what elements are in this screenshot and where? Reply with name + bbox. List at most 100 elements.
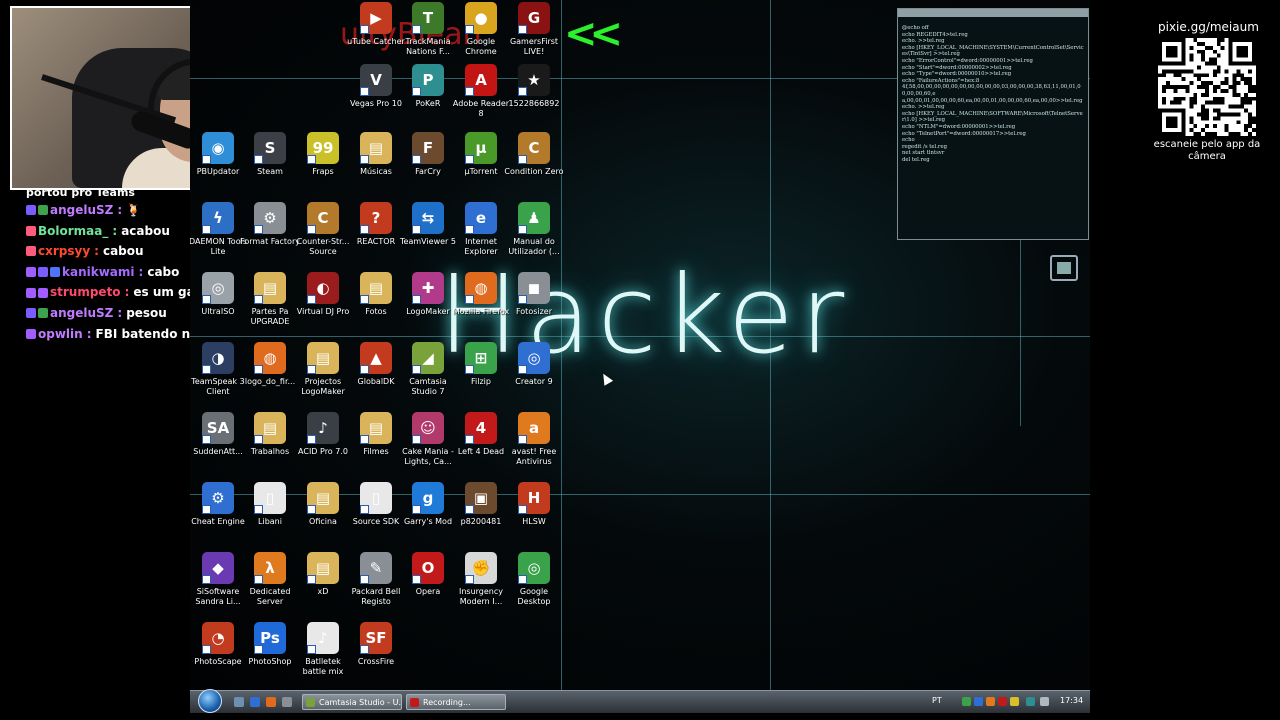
desktop-icon-image[interactable]: 4 bbox=[465, 412, 497, 444]
tray-icon[interactable] bbox=[998, 697, 1007, 706]
desktop-icon[interactable]: G GamersFirst LIVE! bbox=[504, 2, 564, 57]
desktop-icon-label[interactable]: TeamViewer 5 bbox=[398, 237, 458, 247]
internet-explorer-icon[interactable] bbox=[250, 697, 260, 707]
desktop-icon-label[interactable]: Format Factory bbox=[240, 237, 300, 247]
desktop-icon-image[interactable]: ϟ bbox=[202, 202, 234, 234]
show-desktop-icon[interactable] bbox=[234, 697, 244, 707]
desktop-icon[interactable]: ▤ Fotos bbox=[346, 272, 406, 317]
network-icon[interactable] bbox=[1026, 697, 1035, 706]
desktop-icon-label[interactable]: Manual do Utilizador (... bbox=[504, 237, 564, 257]
desktop-icon-label[interactable]: Camtasia Studio 7 bbox=[398, 377, 458, 397]
desktop-icon-label[interactable]: Fotos bbox=[346, 307, 406, 317]
desktop-icon[interactable]: ◍ logo_do_fir... bbox=[240, 342, 300, 387]
notepad-titlebar[interactable] bbox=[898, 9, 1088, 17]
desktop-icon[interactable]: 99 Fraps bbox=[293, 132, 353, 177]
desktop-icon[interactable]: ● Google Chrome bbox=[451, 2, 511, 57]
desktop-icon-image[interactable]: ▤ bbox=[254, 412, 286, 444]
desktop-icon-label[interactable]: REACTOR bbox=[346, 237, 406, 247]
desktop-icon-image[interactable]: ◉ bbox=[202, 132, 234, 164]
start-button[interactable] bbox=[198, 689, 222, 713]
desktop[interactable]: uityBlean << Hacker @echo off echo REGED… bbox=[190, 0, 1090, 690]
desktop-icon-image[interactable]: P bbox=[412, 64, 444, 96]
desktop-icon-label[interactable]: Fotosizer bbox=[504, 307, 564, 317]
desktop-icon[interactable]: S Steam bbox=[240, 132, 300, 177]
desktop-icon[interactable]: 4 Left 4 Dead bbox=[451, 412, 511, 457]
desktop-icon-label[interactable]: Dedicated Server bbox=[240, 587, 300, 607]
language-indicator[interactable]: PT bbox=[932, 696, 942, 705]
desktop-icon[interactable]: ◎ Creator 9 bbox=[504, 342, 564, 387]
desktop-icon-image[interactable]: ◔ bbox=[202, 622, 234, 654]
desktop-icon[interactable]: ◐ Virtual DJ Pro bbox=[293, 272, 353, 317]
desktop-icon[interactable]: V Vegas Pro 10 bbox=[346, 64, 406, 109]
firefox-icon[interactable] bbox=[266, 697, 276, 707]
desktop-icon-image[interactable]: ★ bbox=[518, 64, 550, 96]
desktop-icon-image[interactable]: ▤ bbox=[254, 272, 286, 304]
desktop-icon[interactable]: ♟ Manual do Utilizador (... bbox=[504, 202, 564, 257]
desktop-icon-label[interactable]: Google Desktop bbox=[504, 587, 564, 607]
desktop-icon[interactable]: ▯ Source SDK bbox=[346, 482, 406, 527]
desktop-icon-label[interactable]: Oficina bbox=[293, 517, 353, 527]
desktop-icon[interactable]: ▣ p8200481 bbox=[451, 482, 511, 527]
desktop-icon-image[interactable]: H bbox=[518, 482, 550, 514]
desktop-icon[interactable]: ▯ Libani bbox=[240, 482, 300, 527]
desktop-icon-label[interactable]: HLSW bbox=[504, 517, 564, 527]
desktop-icon[interactable]: e Internet Explorer bbox=[451, 202, 511, 257]
desktop-icon-image[interactable]: O bbox=[412, 552, 444, 584]
desktop-icon-label[interactable]: Source SDK bbox=[346, 517, 406, 527]
desktop-icon[interactable]: Ps PhotoShop bbox=[240, 622, 300, 667]
desktop-icon[interactable]: ▤ Trabalhos bbox=[240, 412, 300, 457]
chat-username[interactable]: kanikwami bbox=[62, 262, 135, 283]
notepad-window[interactable]: @echo off echo REGEDIT4>tel.reg echo. >>… bbox=[897, 8, 1089, 240]
desktop-icon-label[interactable]: Virtual DJ Pro bbox=[293, 307, 353, 317]
desktop-icon-image[interactable]: ▤ bbox=[360, 272, 392, 304]
desktop-icon-image[interactable]: ▶ bbox=[360, 2, 392, 34]
desktop-icon-image[interactable]: ◑ bbox=[202, 342, 234, 374]
desktop-icon-image[interactable]: ▤ bbox=[360, 412, 392, 444]
desktop-icon-label[interactable]: PoKeR bbox=[398, 99, 458, 109]
desktop-icon-label[interactable]: PhotoShop bbox=[240, 657, 300, 667]
desktop-icon[interactable]: λ Dedicated Server bbox=[240, 552, 300, 607]
desktop-icon-image[interactable]: λ bbox=[254, 552, 286, 584]
desktop-icon[interactable]: ▤ Músicas bbox=[346, 132, 406, 177]
desktop-icon-label[interactable]: Mozilla Firefox bbox=[451, 307, 511, 317]
desktop-icon-label[interactable]: GamersFirst LIVE! bbox=[504, 37, 564, 57]
desktop-icon-label[interactable]: Condition Zero bbox=[504, 167, 564, 177]
desktop-icon-image[interactable]: ⊞ bbox=[465, 342, 497, 374]
desktop-icon-image[interactable]: ✎ bbox=[360, 552, 392, 584]
desktop-icon-image[interactable]: ▤ bbox=[360, 132, 392, 164]
desktop-icon-label[interactable]: Left 4 Dead bbox=[451, 447, 511, 457]
desktop-icon-image[interactable]: ? bbox=[360, 202, 392, 234]
desktop-icon-image[interactable]: ◎ bbox=[518, 342, 550, 374]
desktop-icon[interactable]: F FarCry bbox=[398, 132, 458, 177]
desktop-icon-image[interactable]: ▣ bbox=[465, 482, 497, 514]
desktop-icon-image[interactable]: ✊ bbox=[465, 552, 497, 584]
desktop-icon-image[interactable]: SF bbox=[360, 622, 392, 654]
desktop-icon-label[interactable]: FarCry bbox=[398, 167, 458, 177]
desktop-icon-image[interactable]: ▲ bbox=[360, 342, 392, 374]
desktop-icon-label[interactable]: Garry's Mod bbox=[398, 517, 458, 527]
desktop-icon[interactable]: a avast! Free Antivirus bbox=[504, 412, 564, 467]
taskbar-button[interactable]: Recording... bbox=[406, 694, 506, 710]
desktop-icon-image[interactable]: ♪ bbox=[307, 412, 339, 444]
desktop-icon[interactable]: ▤ xD bbox=[293, 552, 353, 597]
tray-icon[interactable] bbox=[1010, 697, 1019, 706]
desktop-icon[interactable]: C Condition Zero bbox=[504, 132, 564, 177]
desktop-icon-label[interactable]: GlobalDK bbox=[346, 377, 406, 387]
desktop-icon-image[interactable]: ◍ bbox=[254, 342, 286, 374]
desktop-icon-image[interactable]: ◎ bbox=[202, 272, 234, 304]
desktop-icon[interactable]: ✎ Packard Bell Registo bbox=[346, 552, 406, 607]
desktop-icon-image[interactable]: V bbox=[360, 64, 392, 96]
desktop-icon-label[interactable]: Opera bbox=[398, 587, 458, 597]
desktop-icon[interactable]: ♪ Batlletek battle mix bbox=[293, 622, 353, 677]
desktop-icon-label[interactable]: TrackMania Nations F... bbox=[398, 37, 458, 57]
desktop-icon-label[interactable]: Filmes bbox=[346, 447, 406, 457]
desktop-icon-image[interactable]: F bbox=[412, 132, 444, 164]
desktop-icon-image[interactable]: ◼ bbox=[518, 272, 550, 304]
desktop-icon-image[interactable]: SA bbox=[202, 412, 234, 444]
desktop-icon[interactable]: µ µTorrent bbox=[451, 132, 511, 177]
desktop-icon-image[interactable]: a bbox=[518, 412, 550, 444]
chat-username[interactable]: opwlin bbox=[38, 324, 83, 345]
desktop-icon[interactable]: ♪ ACID Pro 7.0 bbox=[293, 412, 353, 457]
system-clock[interactable]: 17:34 bbox=[1060, 696, 1083, 705]
desktop-icon[interactable]: ◢ Camtasia Studio 7 bbox=[398, 342, 458, 397]
